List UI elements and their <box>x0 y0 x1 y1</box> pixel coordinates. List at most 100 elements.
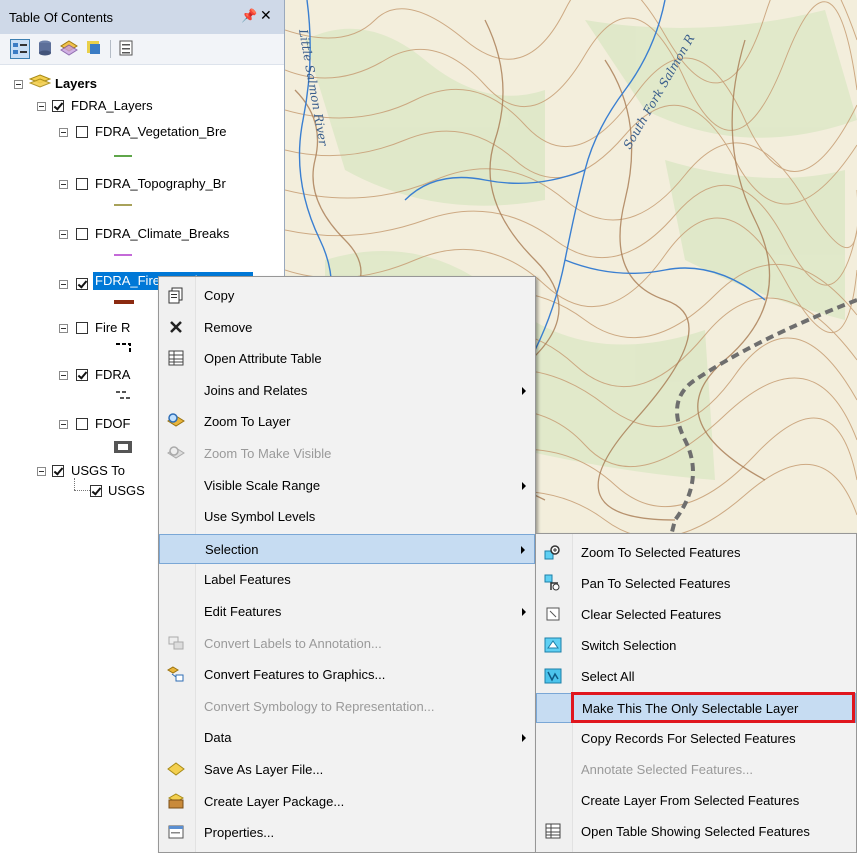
usgs-collapse-toggle[interactable] <box>37 467 46 476</box>
sub-item-create-layer-from-selected-features[interactable]: Create Layer From Selected Features <box>536 786 856 816</box>
ctx-item-label: Create Layer Package... <box>204 793 345 809</box>
ctx-item-convert-symbology-to-representation[interactable]: Convert Symbology to Representation... <box>159 692 535 722</box>
layer-label[interactable]: Fire R <box>95 320 130 335</box>
ctx-item-label: Save As Layer File... <box>204 762 324 777</box>
annotation-highlight-box <box>571 692 855 723</box>
layer-checkbox[interactable] <box>76 278 88 290</box>
sub-item-copy-records-for-selected-features[interactable]: Copy Records For Selected Features <box>536 724 856 754</box>
table-icon <box>544 822 562 840</box>
usgs-checkbox[interactable] <box>52 465 64 477</box>
ctx-item-use-symbol-levels[interactable]: Use Symbol Levels <box>159 502 535 532</box>
sub-item-select-all[interactable]: Select All <box>536 662 856 692</box>
fdra-layers-label[interactable]: FDRA_Layers <box>71 98 153 113</box>
ctx-item-label: Use Symbol Levels <box>204 509 316 525</box>
ctx-item-label: Open Attribute Table <box>204 351 322 367</box>
ctx-item-label-features[interactable]: Label Features <box>159 565 535 595</box>
polygon-fill-symbol <box>114 441 132 453</box>
usgs-sublayer-label[interactable]: USGS <box>108 483 145 498</box>
sub-item-label: Annotate Selected Features... <box>581 762 753 777</box>
ctx-item-visible-scale-range[interactable]: Visible Scale Range <box>159 471 535 501</box>
ctx-item-label: Convert Features to Graphics... <box>204 667 386 683</box>
layer-collapse-toggle[interactable] <box>59 420 68 429</box>
list-by-drawing-order-icon[interactable] <box>10 39 30 59</box>
ctx-item-joins-and-relates[interactable]: Joins and Relates <box>159 376 535 406</box>
layers-collapse-toggle[interactable] <box>14 80 23 89</box>
ctx-item-remove[interactable]: Remove <box>159 313 535 343</box>
usgs-group-label[interactable]: USGS To <box>71 463 125 478</box>
layer-checkbox[interactable] <box>76 228 88 240</box>
sub-item-open-table-showing-selected-features[interactable]: Open Table Showing Selected Features <box>536 817 856 847</box>
convert-graphics-icon <box>167 665 185 683</box>
layer-checkbox[interactable] <box>76 178 88 190</box>
ctx-item-label: Selection <box>205 541 259 557</box>
list-by-selection-icon[interactable] <box>85 39 105 59</box>
copy-icon <box>167 286 185 304</box>
zoom-to-layer-icon <box>167 412 185 430</box>
options-icon[interactable] <box>117 39 137 59</box>
layer-file-icon <box>167 760 185 778</box>
layer-collapse-toggle[interactable] <box>59 180 68 189</box>
sub-item-zoom-to-selected-features[interactable]: Zoom To Selected Features <box>536 538 856 568</box>
layer-collapse-toggle[interactable] <box>59 230 68 239</box>
fire-breaks-line-symbol <box>114 300 134 304</box>
ctx-item-properties[interactable]: Properties... <box>159 818 535 848</box>
layer-label[interactable]: FDRA_Vegetation_Bre <box>95 124 227 139</box>
pin-icon[interactable]: 📌 <box>241 8 257 24</box>
ctx-item-zoom-to-make-visible[interactable]: Zoom To Make Visible <box>159 439 535 469</box>
sub-item-label: Zoom To Selected Features <box>581 545 741 560</box>
toc-title: Table Of Contents <box>9 10 114 25</box>
sub-item-switch-selection[interactable]: Switch Selection <box>536 631 856 661</box>
sub-item-clear-selected-features[interactable]: Clear Selected Features <box>536 600 856 630</box>
layer-collapse-toggle[interactable] <box>59 280 68 289</box>
layer-collapse-toggle[interactable] <box>59 128 68 137</box>
sub-item-pan-to-selected-features[interactable]: Pan To Selected Features <box>536 569 856 599</box>
list-by-visibility-icon[interactable] <box>60 39 80 59</box>
layer-checkbox[interactable] <box>76 322 88 334</box>
ctx-item-data[interactable]: Data <box>159 723 535 753</box>
sub-item-label: Create Layer From Selected Features <box>581 793 800 808</box>
layer-checkbox[interactable] <box>76 418 88 430</box>
tree-line <box>74 478 76 490</box>
ctx-item-label: Zoom To Make Visible <box>204 446 332 461</box>
toc-title-bar: Table Of Contents 📌 ✕ <box>0 0 284 34</box>
layer-label[interactable]: FDOF <box>95 416 130 431</box>
fdra-layers-checkbox[interactable] <box>52 100 64 112</box>
layer-checkbox[interactable] <box>76 126 88 138</box>
ctx-item-selection[interactable]: Selection <box>159 533 535 564</box>
list-by-source-icon[interactable] <box>36 39 56 59</box>
toc-toolbar <box>0 34 284 65</box>
sub-item-annotate-selected-features[interactable]: Annotate Selected Features... <box>536 755 856 785</box>
ctx-item-save-as-layer-file[interactable]: Save As Layer File... <box>159 755 535 785</box>
layer-label[interactable]: FDRA <box>95 367 130 382</box>
layer-label[interactable]: FDRA_Climate_Breaks <box>95 226 229 241</box>
switch-selection-icon <box>544 636 562 654</box>
ctx-item-convert-labels-to-annotation[interactable]: Convert Labels to Annotation... <box>159 629 535 659</box>
layer-checkbox[interactable] <box>76 369 88 381</box>
layers-root-label[interactable]: Layers <box>55 76 97 91</box>
vegetation-line-symbol <box>114 155 132 157</box>
sub-item-label: Select All <box>581 669 635 684</box>
layer-collapse-toggle[interactable] <box>59 324 68 333</box>
ctx-item-copy[interactable]: Copy <box>159 281 535 311</box>
ctx-item-label: Visible Scale Range <box>204 477 321 493</box>
ctx-item-label: Properties... <box>204 825 275 841</box>
fdra-layers-collapse-toggle[interactable] <box>37 102 46 111</box>
submenu-arrow-icon <box>522 608 526 616</box>
close-icon[interactable]: ✕ <box>260 7 272 24</box>
ctx-item-create-layer-package[interactable]: Create Layer Package... <box>159 787 535 817</box>
ctx-item-open-attribute-table[interactable]: Open Attribute Table <box>159 344 535 374</box>
zoom-visible-icon <box>167 444 185 462</box>
ctx-item-label: Remove <box>204 319 253 335</box>
ctx-item-zoom-to-layer[interactable]: Zoom To Layer <box>159 407 535 437</box>
usgs-sublayer-checkbox[interactable] <box>90 485 102 497</box>
ctx-item-label: Data <box>204 730 232 746</box>
ctx-item-label: Joins and Relates <box>204 382 308 398</box>
layer-collapse-toggle[interactable] <box>59 371 68 380</box>
table-icon <box>167 349 185 367</box>
ctx-item-edit-features[interactable]: Edit Features <box>159 597 535 627</box>
layers-icon <box>28 74 52 93</box>
layer-label[interactable]: FDRA_Topography_Br <box>95 176 226 191</box>
convert-labels-icon <box>167 634 185 652</box>
ctx-item-convert-features-to-graphics[interactable]: Convert Features to Graphics... <box>159 660 535 690</box>
submenu-arrow-icon <box>521 545 525 554</box>
